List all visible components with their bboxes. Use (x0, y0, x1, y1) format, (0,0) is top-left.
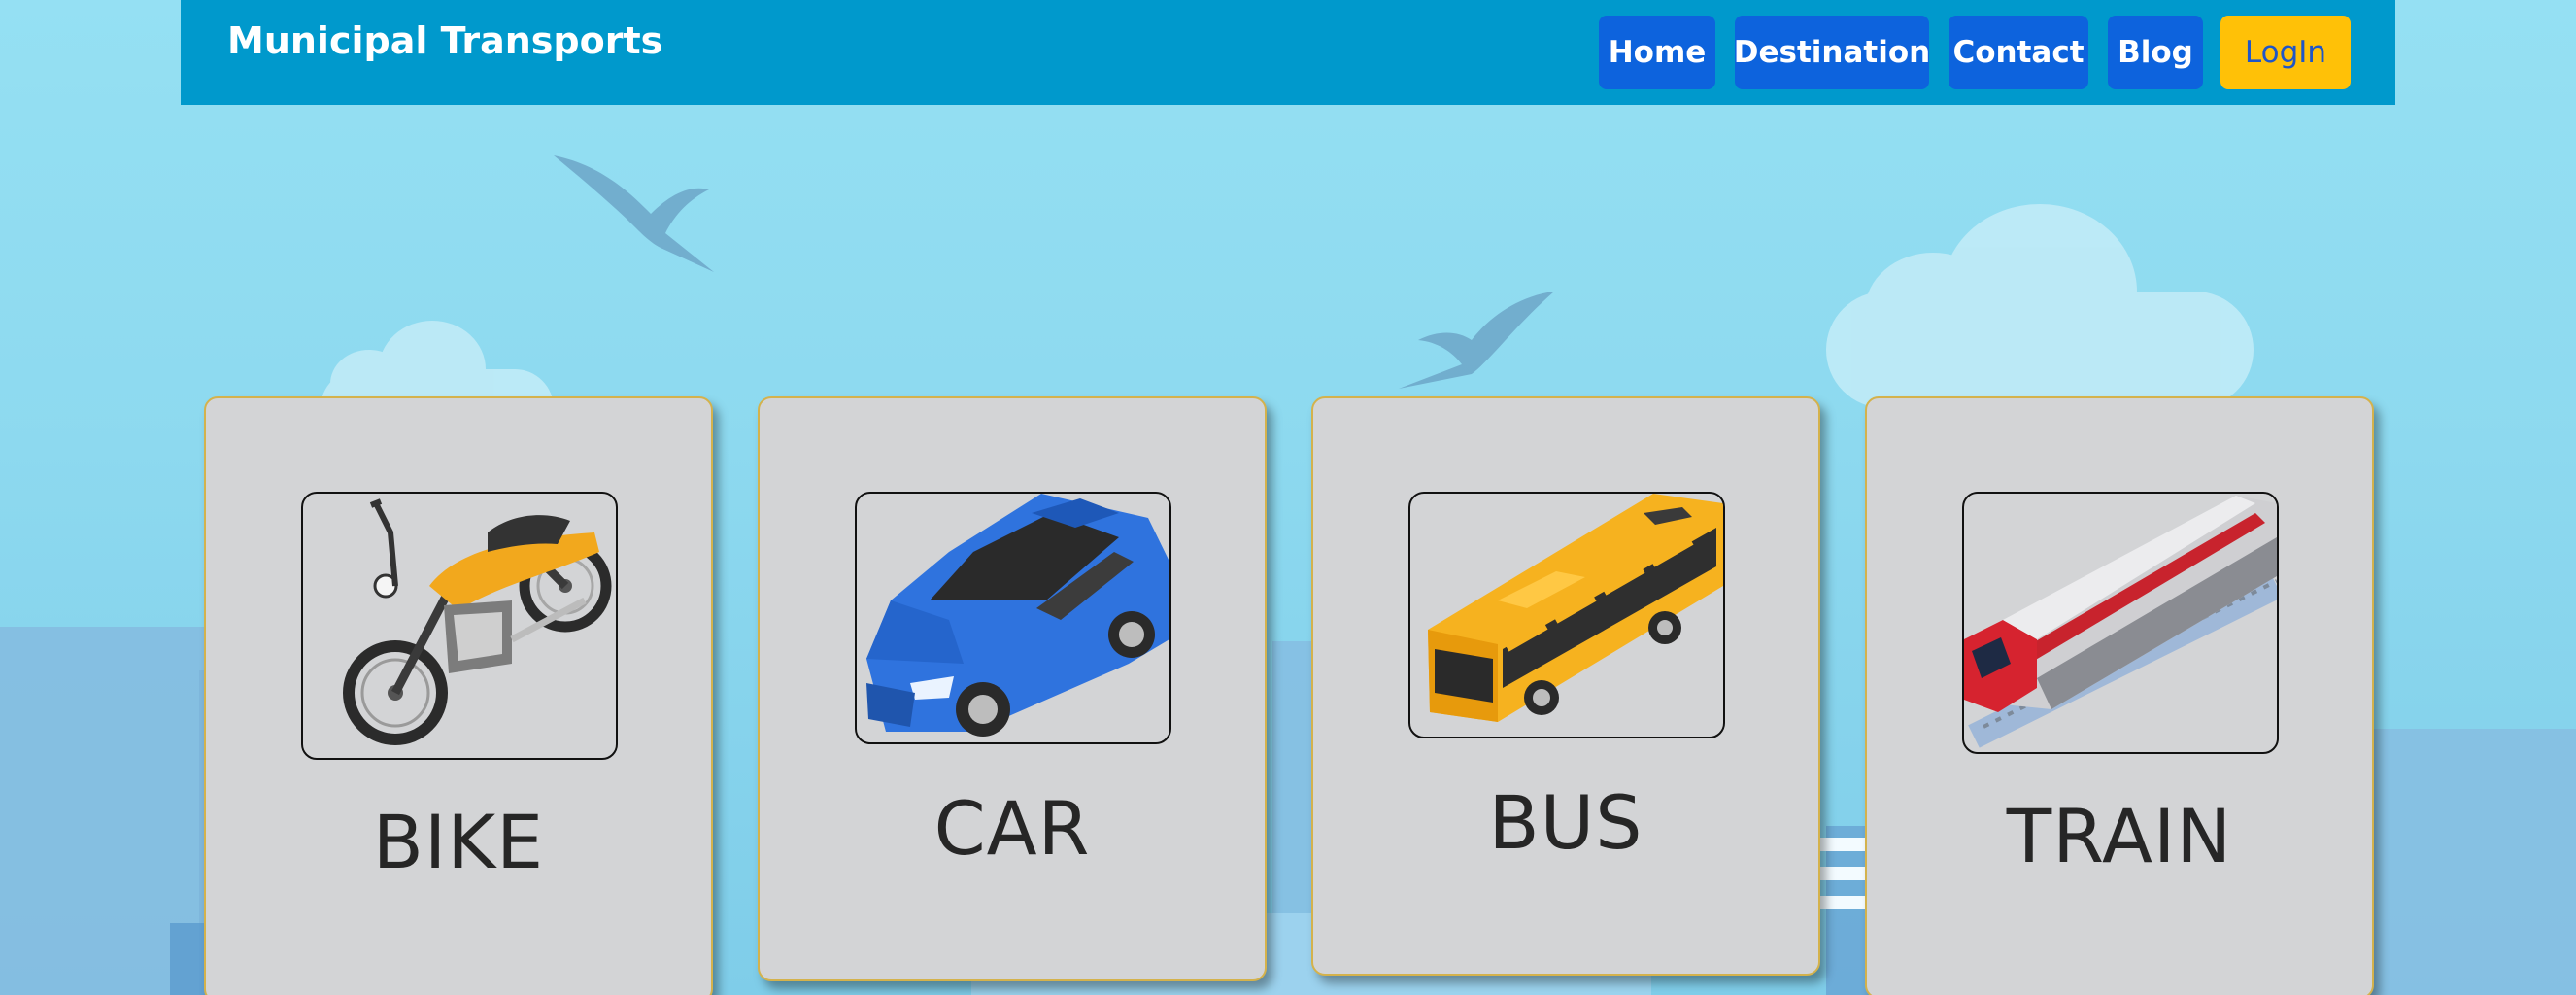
login-button[interactable]: LogIn (2220, 16, 2351, 89)
brand-title[interactable]: Municipal Transports (227, 19, 662, 62)
bus-image (1408, 492, 1725, 738)
bird-icon (1399, 292, 1554, 389)
transport-card-car[interactable]: CAR (758, 396, 1267, 981)
navbar: Municipal Transports Home Destination Co… (181, 0, 2395, 105)
bird-icon (554, 155, 714, 272)
car-icon (866, 494, 1169, 737)
transport-card-train[interactable]: TRAIN (1865, 396, 2374, 995)
building-decoration (2370, 729, 2576, 995)
nav-contact-button[interactable]: Contact (1949, 16, 2088, 89)
transport-card-bike[interactable]: BIKE (204, 396, 713, 995)
card-title-train: TRAIN (2006, 793, 2233, 879)
train-icon (1964, 496, 2277, 748)
train-image (1962, 492, 2279, 754)
nav-blog-button[interactable]: Blog (2108, 16, 2203, 89)
nav-home-button[interactable]: Home (1599, 16, 1715, 89)
car-image (855, 492, 1171, 744)
card-title-bike: BIKE (372, 799, 545, 885)
bus-icon (1428, 494, 1723, 722)
card-title-bus: BUS (1488, 779, 1644, 866)
nav-destination-button[interactable]: Destination (1734, 16, 1930, 89)
card-title-car: CAR (933, 785, 1091, 872)
motorbike-icon (343, 498, 612, 745)
bike-image (301, 492, 618, 760)
page-background: Municipal Transports Home Destination Co… (0, 0, 2576, 995)
transport-card-bus[interactable]: BUS (1311, 396, 1820, 976)
cloud-decoration (1826, 204, 2254, 408)
